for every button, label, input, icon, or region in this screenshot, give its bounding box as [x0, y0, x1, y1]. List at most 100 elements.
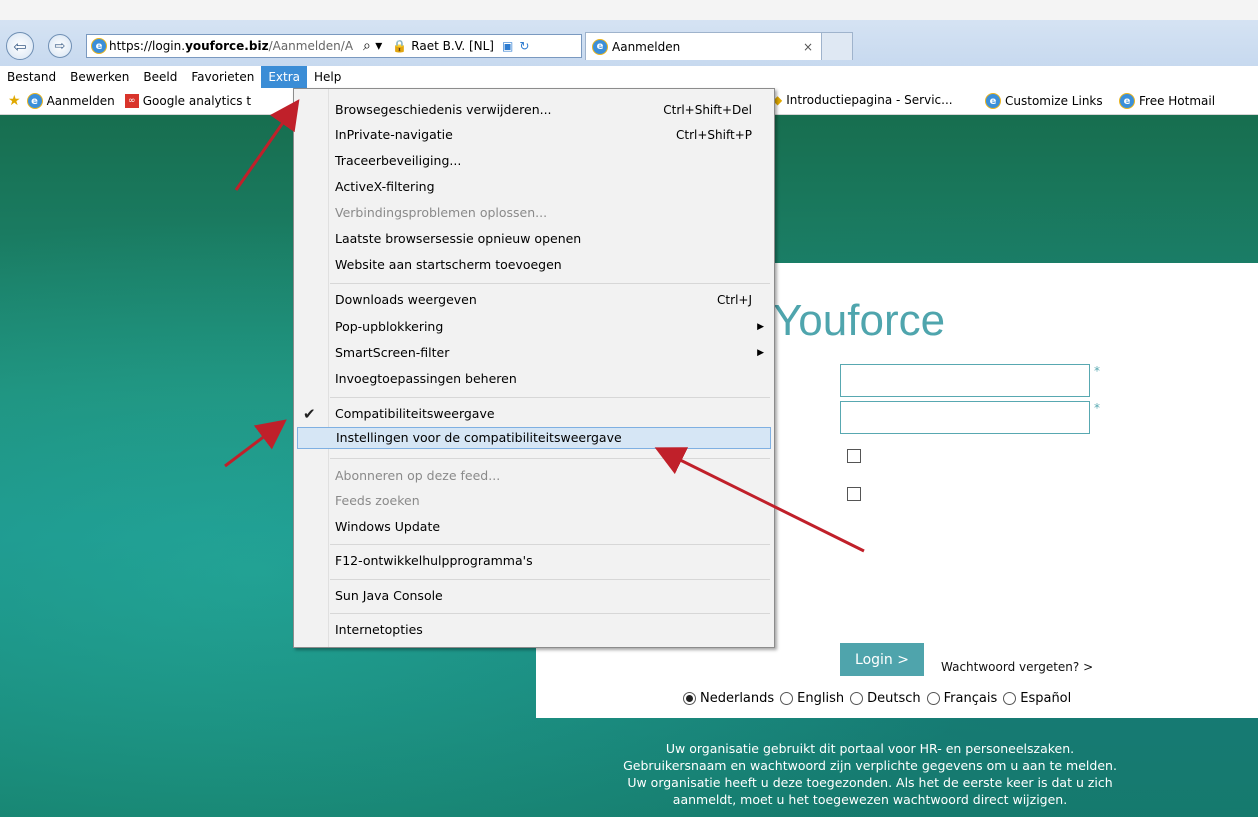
lang-english[interactable]: English [780, 691, 844, 706]
menu-item-label: Downloads weergeven [335, 292, 477, 307]
menu-item-activex-filtering[interactable]: ActiveX-filtering [328, 176, 772, 198]
submenu-arrow-icon: ▶ [757, 348, 764, 358]
address-bar[interactable]: e https://login.youforce.biz/Aanmelden/A… [86, 34, 582, 58]
forward-button[interactable]: ⇨ [48, 34, 72, 58]
menu-item-smartscreen[interactable]: SmartScreen-filter ▶ [328, 342, 772, 364]
site-identity[interactable]: Raet B.V. [NL] [411, 39, 494, 53]
username-field[interactable] [840, 364, 1090, 397]
fav-ie-icon: e [26, 93, 43, 109]
menu-bewerken[interactable]: Bewerken [63, 66, 136, 88]
url-prefix: https://login. [109, 39, 186, 53]
tab-aanmelden[interactable]: e Aanmelden × [585, 32, 822, 60]
menu-item-internet-options[interactable]: Internetopties [328, 619, 772, 641]
menu-item-label: Windows Update [335, 519, 441, 534]
language-selector: Nederlands English Deutsch Français Espa… [683, 691, 1077, 706]
required-marker: * [1094, 364, 1100, 378]
menu-item-popup-blocker[interactable]: Pop-upblokkering ▶ [328, 316, 772, 338]
menu-extra[interactable]: Extra [261, 66, 308, 88]
menu-item-clear-history[interactable]: Browsegeschiedenis verwijderen... Ctrl+Sh… [328, 99, 772, 121]
analytics-icon: ∞ [124, 94, 139, 108]
menu-item-label: SmartScreen-filter [335, 345, 450, 360]
shortcut-label: Ctrl+Shift+P [676, 128, 752, 142]
checkbox-option-1[interactable] [847, 449, 861, 463]
url-domain: youforce.biz [185, 39, 269, 53]
shortcut-label: Ctrl+J [717, 293, 752, 307]
url-path: /Aanmelden/A [268, 39, 354, 53]
menu-item-label: Instellingen voor de compatibiliteitswee… [336, 430, 622, 445]
menu-item-label: F12-ontwikkelhulpprogramma's [335, 553, 533, 568]
fav-google-analytics[interactable]: ∞ Google analytics t [124, 94, 251, 108]
menu-bestand[interactable]: Bestand [0, 66, 63, 88]
menu-separator [330, 283, 770, 284]
lang-label: English [797, 691, 845, 706]
required-marker: * [1094, 401, 1100, 415]
fav-label: Aanmelden [46, 94, 115, 108]
menu-item-find-feeds: Feeds zoeken [328, 490, 772, 512]
menu-item-java-console[interactable]: Sun Java Console [328, 585, 772, 607]
menu-item-reopen-session[interactable]: Laatste browsersessie opnieuw openen [328, 228, 772, 250]
fav-aanmelden[interactable]: e Aanmelden [26, 93, 115, 109]
tab-close-icon[interactable]: × [803, 40, 813, 54]
menu-item-label: InPrivate-navigatie [335, 127, 453, 142]
url-text[interactable]: https://login.youforce.biz/Aanmelden/A [109, 39, 359, 53]
fav-introductiepagina[interactable]: ◆ Introductiepagina - Servic... [773, 93, 953, 107]
menu-item-label: Abonneren op deze feed... [335, 468, 501, 483]
footer-notice: Uw organisatie gebruikt dit portaal voor… [590, 740, 1150, 808]
radio-icon [926, 692, 940, 705]
lang-nederlands[interactable]: Nederlands [683, 691, 774, 706]
lang-deutsch[interactable]: Deutsch [850, 691, 921, 706]
lang-label: Français [943, 691, 998, 706]
fav-free-hotmail[interactable]: e Free Hotmail [1119, 93, 1215, 109]
menu-item-inprivate[interactable]: InPrivate-navigatie Ctrl+Shift+P [328, 124, 772, 146]
checkbox-option-2[interactable] [847, 487, 861, 501]
footer-line: Uw organisatie heeft u deze toegezonden.… [627, 775, 1113, 790]
menu-item-label: Laatste browsersessie opnieuw openen [335, 231, 582, 246]
caption-strip [0, 0, 1258, 20]
tab-title: Aanmelden [612, 39, 681, 54]
radio-icon [683, 692, 696, 705]
menu-item-label: Compatibiliteitsweergave [335, 406, 495, 421]
compat-view-icon[interactable]: ▣ [502, 39, 513, 53]
menu-bar: Bestand Bewerken Beeld Favorieten Extra … [0, 66, 1258, 88]
search-icon[interactable]: ⌕ ▾ [363, 38, 382, 54]
new-tab-button[interactable] [821, 32, 853, 60]
fav-customize-links[interactable]: e Customize Links [985, 93, 1103, 109]
lang-label: Nederlands [700, 691, 775, 706]
password-field[interactable] [840, 401, 1090, 434]
lang-label: Deutsch [867, 691, 921, 706]
fav-ie-icon: e [1119, 93, 1135, 109]
radio-icon [1003, 692, 1017, 705]
favorites-star-icon[interactable]: ★ [8, 93, 21, 109]
menu-item-downloads[interactable]: Downloads weergeven Ctrl+J [328, 289, 772, 311]
menu-item-compat-view[interactable]: Compatibiliteitsweergave [328, 403, 772, 425]
menu-item-add-to-start[interactable]: Website aan startscherm toevoegen [328, 254, 772, 276]
menu-item-label: Verbindingsproblemen oplossen... [335, 205, 548, 220]
menu-favorieten[interactable]: Favorieten [184, 66, 261, 88]
menu-item-f12-tools[interactable]: F12-ontwikkelhulpprogramma's [328, 550, 772, 572]
menu-item-label: Browsegeschiedenis verwijderen... [335, 102, 552, 117]
menu-beeld[interactable]: Beeld [136, 66, 184, 88]
menu-separator [330, 544, 770, 545]
ie-logo-icon: e [91, 38, 107, 54]
forgot-password-link[interactable]: Wachtwoord vergeten? > [941, 660, 1093, 674]
menu-item-compat-view-settings[interactable]: Instellingen voor de compatibiliteitswee… [297, 427, 771, 449]
login-button[interactable]: Login > [840, 643, 924, 676]
menu-separator [330, 613, 770, 614]
menu-item-label: ActiveX-filtering [335, 179, 435, 194]
extra-menu-dropdown: Browsegeschiedenis verwijderen... Ctrl+Sh… [293, 88, 775, 648]
menu-item-windows-update[interactable]: Windows Update [328, 516, 772, 538]
back-button[interactable]: ⇦ [6, 32, 34, 60]
lock-icon[interactable]: 🔒 [392, 39, 407, 53]
refresh-icon[interactable]: ↻ [519, 39, 529, 53]
footer-line: aanmeldt, moet u het toegewezen wachtwoo… [672, 792, 1068, 807]
lang-espanol[interactable]: Español [1003, 691, 1071, 706]
fav-label: Customize Links [1005, 94, 1103, 108]
menu-item-subscribe-feed: Abonneren op deze feed... [328, 465, 772, 487]
menu-item-tracking-protection[interactable]: Traceerbeveiliging... [328, 150, 772, 172]
menu-item-label: Pop-upblokkering [335, 319, 444, 334]
fav-label: Free Hotmail [1139, 94, 1216, 108]
menu-item-manage-addons[interactable]: Invoegtoepassingen beheren [328, 368, 772, 390]
lang-francais[interactable]: Français [926, 691, 998, 706]
menu-help[interactable]: Help [307, 66, 348, 88]
brand-logo-text: Youforce [773, 296, 946, 345]
